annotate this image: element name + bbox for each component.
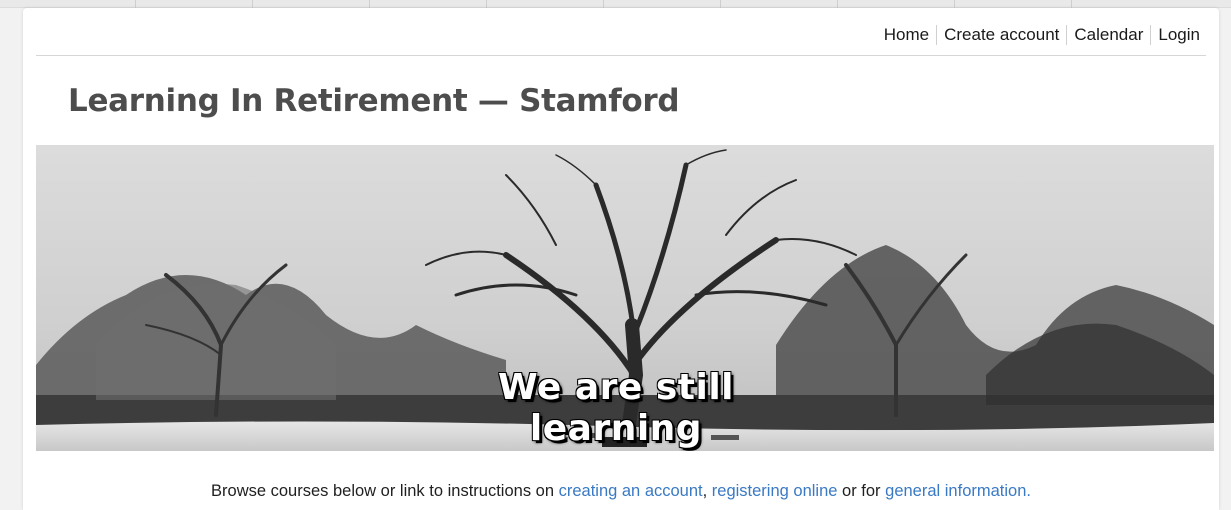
banner-overlay-text: We are still learning <box>497 367 735 449</box>
nav-login-link[interactable]: Login <box>1150 24 1206 45</box>
site-title[interactable]: Learning In Retirement — Stamford <box>68 83 680 119</box>
top-navigation: Home Create account Calendar Login <box>36 8 1206 56</box>
nav-create-account-link[interactable]: Create account <box>936 24 1066 45</box>
browser-background-strip <box>0 0 1231 8</box>
creating-account-link[interactable]: creating an account <box>559 482 703 500</box>
banner-image: We are still learning <box>36 145 1214 451</box>
general-information-link[interactable]: general information. <box>885 482 1031 500</box>
intro-prefix: Browse courses below or link to instruct… <box>211 482 559 500</box>
nav-home-link[interactable]: Home <box>877 25 936 45</box>
intro-comma: , <box>702 482 712 500</box>
registering-online-link[interactable]: registering online <box>712 482 838 500</box>
nav-calendar-link[interactable]: Calendar <box>1066 24 1150 45</box>
intro-middle: or for <box>837 482 886 500</box>
page-container: Home Create account Calendar Login Learn… <box>23 8 1219 510</box>
intro-text: Browse courses below or link to instruct… <box>23 482 1219 501</box>
